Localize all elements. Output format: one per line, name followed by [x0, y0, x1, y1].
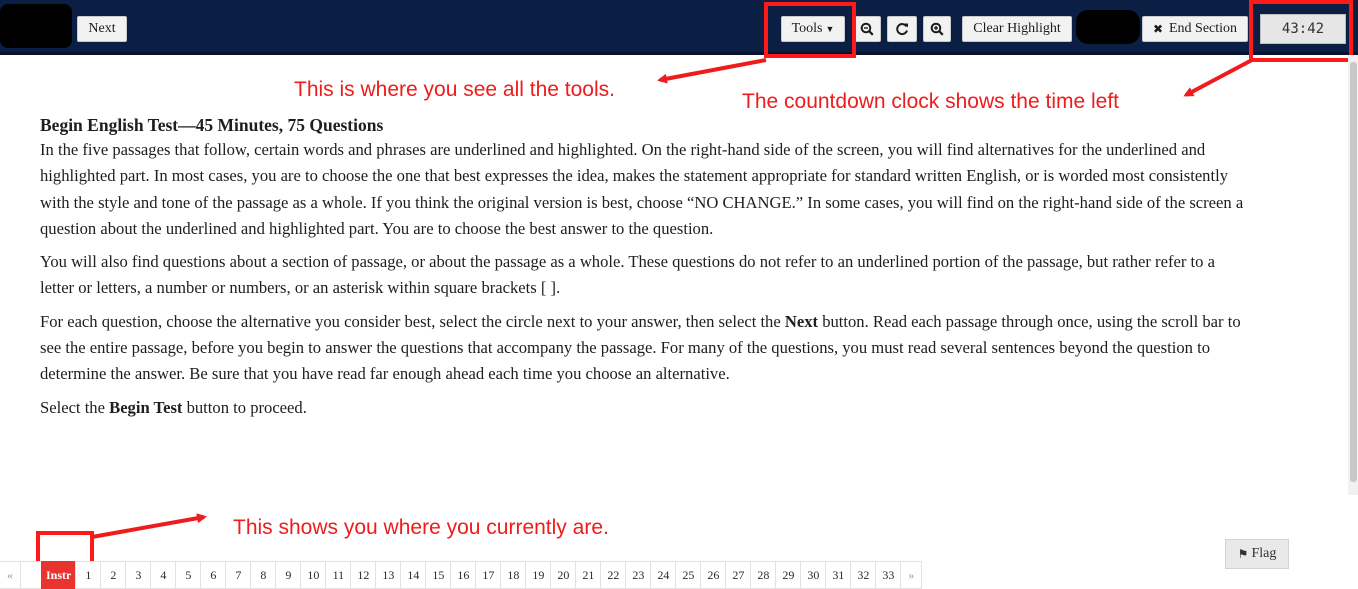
pager-page-item[interactable]: 20	[550, 561, 577, 589]
pager-page-item[interactable]: 19	[525, 561, 552, 589]
instructions-paragraph-3: For each question, choose the alternativ…	[40, 311, 1241, 384]
clock-annotation: The countdown clock shows the time left	[742, 90, 1120, 113]
pager-page-item[interactable]: 21	[575, 561, 602, 589]
pager-prev-button[interactable]: «	[0, 561, 21, 589]
pager-page-item[interactable]: 23	[625, 561, 652, 589]
pager-spacer	[20, 561, 42, 589]
flag-label: Flag	[1251, 546, 1277, 561]
position-arrow	[91, 513, 207, 539]
pager-page-item[interactable]: 18	[500, 561, 527, 589]
pager-page-item[interactable]: 22	[600, 561, 627, 589]
tools-annotation: This is where you see all the tools.	[294, 78, 615, 101]
pager-page-item[interactable]: 25	[675, 561, 702, 589]
pager-page-item[interactable]: 26	[700, 561, 727, 589]
pager-page-item[interactable]: 8	[250, 561, 277, 589]
instructions-heading: Begin English Test—45 Minutes, 75 Questi…	[40, 115, 384, 135]
pager-page-item[interactable]: 5	[175, 561, 202, 589]
clock-arrow	[1183, 58, 1253, 97]
instructions-paragraph-2: You will also find questions about a sec…	[40, 252, 1215, 298]
pager-page-item[interactable]: 32	[850, 561, 877, 589]
pager-page-item[interactable]: 15	[425, 561, 452, 589]
instructions-paragraph-1: In the five passages that follow, certai…	[40, 140, 1244, 238]
pager-current-instructions[interactable]: Instr	[41, 561, 77, 589]
pager-page-item[interactable]: 17	[475, 561, 502, 589]
pager-page-item[interactable]: 27	[725, 561, 752, 589]
flag-button[interactable]: ⚑ Flag	[1225, 539, 1289, 569]
question-navigator: « Instr 1 2 3 4 5 6 7 8 9 10 11 12 13 14 15 16 17 18 19 20 2…	[0, 561, 923, 589]
pager-page-item[interactable]: 31	[825, 561, 852, 589]
scrollbar-thumb[interactable]	[1350, 62, 1357, 482]
pager-next-button[interactable]: »	[900, 561, 923, 589]
pager-page-item[interactable]: 6	[200, 561, 227, 589]
instructions-paragraph-4: Select the Begin Test button to proceed.	[40, 397, 307, 417]
pager-page-item[interactable]: 12	[350, 561, 377, 589]
pager-page-item[interactable]: 16	[450, 561, 477, 589]
pager-page-item[interactable]: 13	[375, 561, 402, 589]
flag-icon: ⚑	[1237, 547, 1249, 561]
pager-page-item[interactable]: 33	[875, 561, 902, 589]
pager-page-item[interactable]: 28	[750, 561, 777, 589]
pager-page-item[interactable]: 7	[225, 561, 252, 589]
pager-page-item[interactable]: 24	[650, 561, 677, 589]
tools-arrow	[657, 58, 767, 84]
position-annotation: This shows you where you currently are.	[233, 516, 609, 539]
pager-page-item[interactable]: 10	[300, 561, 327, 589]
pager-page-item[interactable]: 4	[150, 561, 177, 589]
instructions-panel: Begin English Test—45 Minutes, 75 Questi…	[40, 113, 1250, 428]
pager-page-item[interactable]: 11	[325, 561, 352, 589]
pager-page-item[interactable]: 30	[800, 561, 827, 589]
pager-page-item[interactable]: 9	[275, 561, 302, 589]
pager-page-item[interactable]: 29	[775, 561, 802, 589]
pager-page-item[interactable]: 2	[100, 561, 127, 589]
pager-page-item[interactable]: 1	[75, 561, 102, 589]
pager-page-item[interactable]: 3	[125, 561, 152, 589]
pager-page-item[interactable]: 14	[400, 561, 427, 589]
